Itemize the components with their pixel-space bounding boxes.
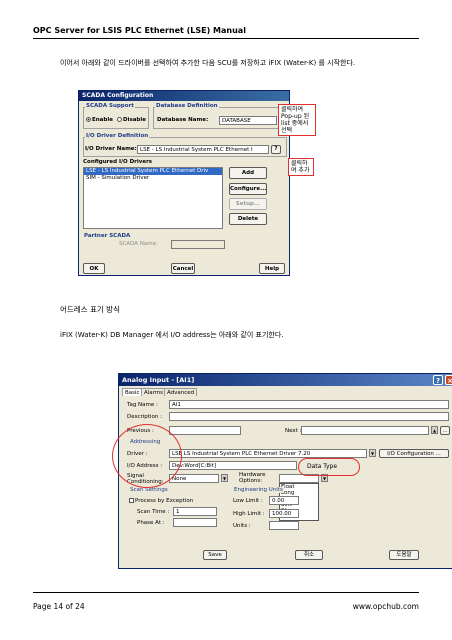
driver-list-button[interactable]: ? [271,145,281,154]
tag-name-input[interactable]: AI1 [169,400,449,409]
help-icon[interactable]: ? [433,375,443,385]
close-icon[interactable]: × [445,375,452,385]
scan-time-input[interactable]: 1 [173,507,217,516]
tab-basic[interactable]: Basic [122,388,143,396]
configured-drivers-label: Configured I/O Drivers [83,159,153,165]
partner-scada-label: Partner SCADA [83,233,132,239]
section-title: 어드레스 표기 방식 [60,305,120,314]
high-limit-input[interactable]: 100.00 [269,509,299,518]
high-limit-label: High Limit : [233,511,265,517]
low-limit-input[interactable]: 0.00 [269,496,299,505]
footer-rule [33,592,419,593]
header-rule [33,38,419,39]
cancel-button[interactable]: 취소 [295,550,323,560]
next-browse-button[interactable]: ... [440,426,450,435]
enable-radio[interactable]: Enable [86,117,113,123]
signal-dropdown-icon[interactable]: ▼ [221,474,228,482]
cancel-button[interactable]: Cancel [171,263,195,274]
io-address-input[interactable]: Dev:Word[C:Bit] [169,461,297,470]
io-driver-name-label: I/O Driver Name: [85,146,137,152]
io-configuration-button[interactable]: I/O Configuration ... [379,449,449,458]
tag-name-label: Tag Name : [127,402,158,408]
scada-name-input[interactable] [171,240,225,249]
address-highlight-ring [112,424,182,488]
ok-button[interactable]: OK [83,263,105,274]
units-input[interactable] [269,521,299,530]
dialog-title: Analog Input - [AI1] [119,374,452,386]
hardware-options-label: Hardware Options: [239,472,266,484]
save-button[interactable]: Save [203,550,227,560]
next-label: Next : [285,428,302,434]
help-button[interactable]: Help [259,263,285,274]
tab-advanced[interactable]: Advanced [164,388,198,396]
scada-support-label: SCADA Support [85,103,135,109]
dialog-title: SCADA Configuration [79,91,289,101]
scada-configuration-dialog: SCADA Configuration SCADA Support Enable… [78,90,290,276]
disable-radio[interactable]: Disable [117,117,146,123]
radio-selected-icon [86,117,91,122]
driver-list-item[interactable]: SIM - Simulation Driver [84,175,222,182]
driver-input[interactable]: LSE LS Industrial System PLC Ethernet Dr… [169,449,367,458]
tab-alarms[interactable]: Alarms [141,388,167,396]
database-name-input[interactable]: DATABASE [219,116,277,125]
callout-add-driver: 클릭하여 추가 [288,158,314,176]
description-label: Description : [127,414,162,420]
configure-button[interactable]: Configure... [229,183,267,195]
driver-dropdown-icon[interactable]: ▼ [369,449,376,457]
scan-time-label: Scan Time : [137,509,170,515]
page-header-title: OPC Server for LSIS PLC Ethernet (LSE) M… [33,26,246,35]
next-dropdown-icon[interactable]: ▲ [431,426,438,434]
page-number: Page 14 of 24 [33,602,85,611]
data-type-callout: Data Type [298,458,360,476]
units-label: Units : [233,523,251,529]
database-definition-label: Database Definition [155,103,219,109]
previous-input[interactable] [169,426,241,435]
footer-site: www.opchub.com [352,602,419,611]
scada-name-label: SCADA Name: [119,241,158,247]
checkbox-icon [129,498,134,503]
process-exception-checkbox[interactable]: Process by Exception [129,498,193,504]
engineering-units-label: Engineering Units [233,487,284,493]
description-input[interactable] [169,412,449,421]
phase-input[interactable] [173,518,217,527]
configured-drivers-list[interactable]: LSE - LS Industrial System PLC Ethernet … [83,167,223,229]
next-input[interactable] [301,426,429,435]
intro-text: 이어서 아래와 같이 드라이버를 선택하여 추가한 다음 SCU를 저장하고 i… [60,59,356,67]
callout-select-driver: 클릭하여 Pop-up 된 list 중에서 선택 [278,104,316,136]
data-type-callout-text: Data Type [307,463,338,470]
low-limit-label: Low Limit : [233,498,263,504]
help-button[interactable]: 도움말 [389,550,419,560]
database-name-label: Database Name: [157,117,209,123]
section-text: iFIX (Water-K) DB Manager 에서 I/O address… [60,331,284,339]
signal-conditioning-input[interactable]: None [169,474,219,483]
io-driver-name-input[interactable]: LSE - LS Industrial System PLC Ethernet … [137,145,269,154]
add-button[interactable]: Add [229,167,267,179]
delete-button[interactable]: Delete [229,213,267,225]
setup-button[interactable]: Setup... [229,198,267,210]
driver-list-item[interactable]: LSE - LS Industrial System PLC Ethernet … [84,168,222,175]
radio-empty-icon [117,117,122,122]
phase-label: Phase At : [137,520,165,526]
io-driver-definition-label: I/O Driver Definition [85,133,150,139]
